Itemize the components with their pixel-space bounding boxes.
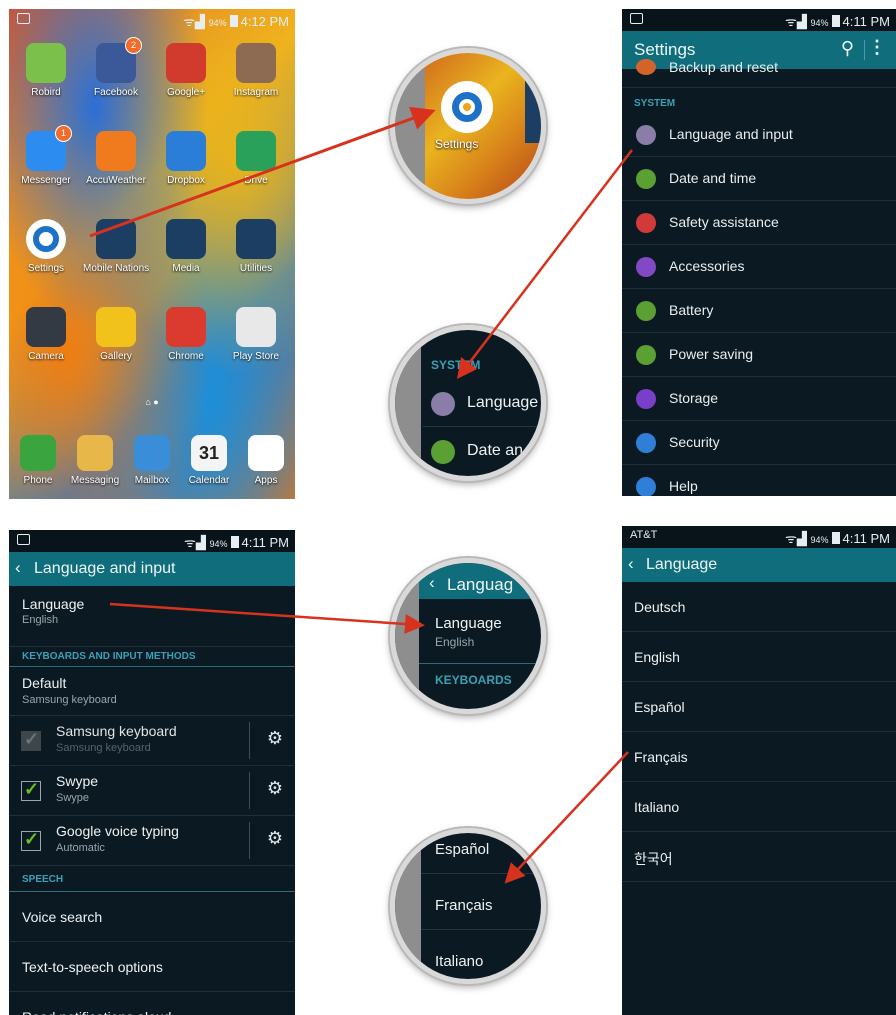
arrow-settings — [89, 106, 436, 238]
arrow-language — [109, 602, 425, 634]
arrow-francais — [504, 751, 629, 884]
arrow-language-input — [456, 149, 633, 379]
arrows-overlay — [89, 106, 633, 884]
